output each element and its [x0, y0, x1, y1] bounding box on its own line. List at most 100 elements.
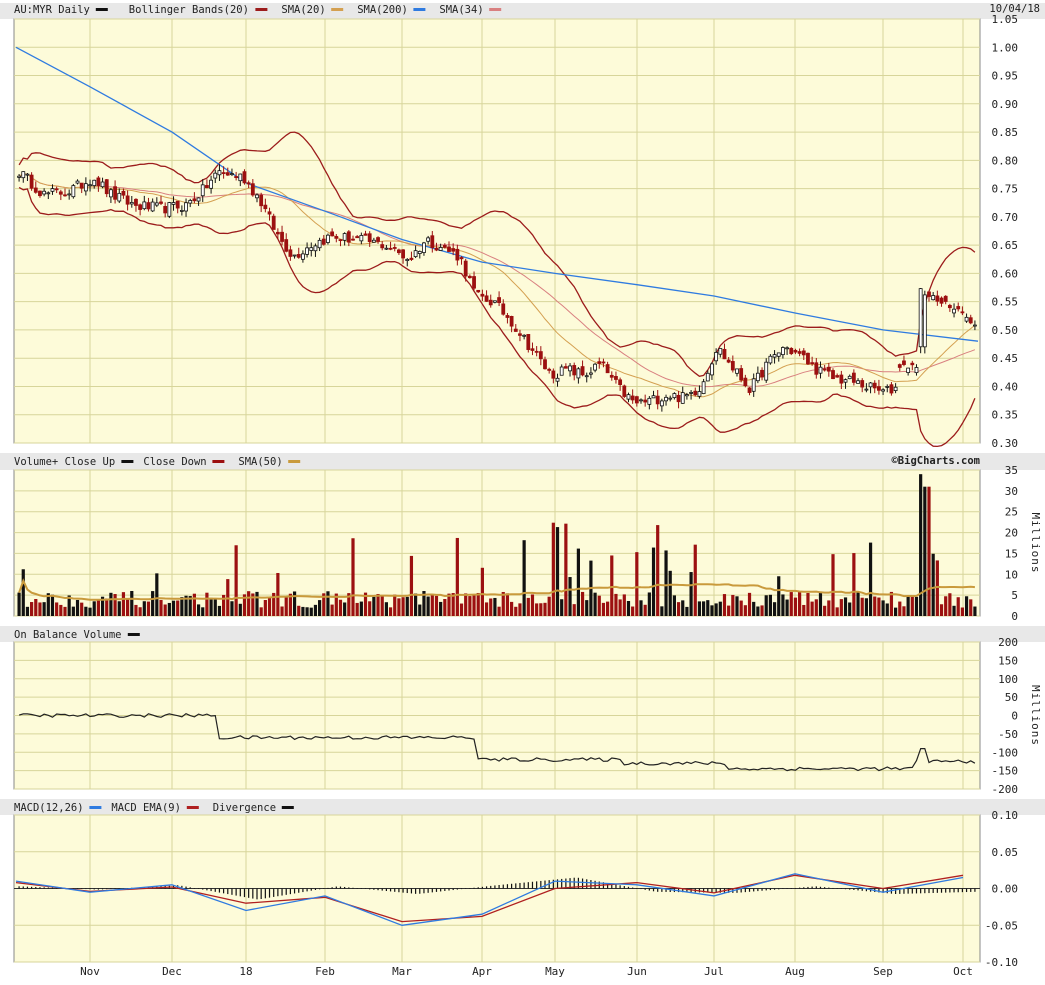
xtick-label-May: May	[545, 965, 565, 978]
candle-body	[685, 394, 689, 397]
divergence-bar	[907, 888, 909, 894]
macd-legend-label-2: Divergence	[213, 802, 276, 814]
candle-body	[555, 377, 560, 382]
volume-bar	[113, 594, 117, 616]
divergence-bar	[35, 886, 37, 889]
candle-body	[814, 362, 819, 375]
divergence-bar	[373, 888, 375, 890]
candle-body	[956, 306, 961, 310]
volume-bar	[752, 601, 756, 616]
divergence-bar	[306, 888, 308, 892]
divergence-bar	[235, 888, 237, 896]
candle-body	[906, 367, 911, 373]
obv-ytick-label: -200	[992, 783, 1019, 796]
divergence-bar	[239, 888, 241, 897]
volume-bar	[760, 605, 764, 616]
volume-bar	[580, 591, 585, 616]
candle	[167, 201, 172, 219]
volume-bar	[88, 607, 92, 616]
volume-bar	[868, 542, 873, 616]
divergence-bar	[502, 884, 504, 889]
volume-bar	[280, 606, 284, 616]
candle-body	[447, 246, 451, 252]
volume-bar	[267, 597, 272, 616]
candle-body	[893, 386, 898, 392]
candle-body	[200, 184, 205, 197]
volume-bar	[301, 606, 305, 616]
candle-body	[154, 202, 159, 206]
bigcharts-figure: 1.051.000.950.900.850.800.750.700.650.60…	[0, 0, 1045, 981]
divergence-bar	[949, 888, 951, 893]
candle-body	[17, 175, 21, 178]
volume-bar	[263, 600, 267, 616]
divergence-bar	[402, 888, 404, 893]
divergence-bar	[615, 884, 617, 889]
divergence-bar	[957, 888, 959, 893]
macd-legend-swatch-1	[186, 806, 199, 809]
xtick-label-Nov: Nov	[80, 965, 100, 978]
volume-bar	[631, 606, 635, 616]
candle-body	[868, 382, 873, 388]
volume-bar	[676, 602, 681, 616]
divergence-bar	[794, 887, 797, 889]
candle-body	[743, 377, 748, 387]
candle-body	[772, 354, 777, 358]
volume-bar	[259, 607, 263, 616]
obv-ytick-label: 50	[1005, 691, 1018, 704]
candle-body	[301, 253, 305, 260]
volume-legend-label-2: SMA(50)	[238, 456, 282, 468]
divergence-bar	[43, 887, 45, 889]
volume-bar	[434, 595, 439, 616]
volume-bar	[50, 594, 55, 616]
candle-body	[225, 172, 230, 176]
candle-body	[467, 275, 472, 279]
divergence-bar	[803, 887, 805, 889]
xtick-label-Feb: Feb	[315, 965, 335, 978]
candle-body	[309, 247, 314, 251]
volume-ytick-label: 20	[1005, 527, 1018, 540]
candle-body	[351, 238, 355, 241]
volume-bar	[622, 594, 626, 616]
volume-bar	[117, 601, 121, 616]
xtick-label-Apr: Apr	[472, 965, 492, 978]
candle-body	[71, 185, 76, 198]
candle-body	[534, 350, 539, 353]
candle-body	[630, 395, 635, 401]
volume-ytick-label: 10	[1005, 568, 1018, 581]
divergence-bar	[928, 888, 930, 894]
volume-bar	[510, 601, 514, 616]
volume-bar	[464, 593, 468, 616]
volume-bar	[689, 572, 693, 616]
candle-body	[392, 247, 397, 249]
volume-bar	[397, 598, 401, 616]
divergence-bar	[815, 886, 817, 889]
divergence-bar	[85, 888, 87, 890]
volume-bar	[330, 604, 334, 616]
divergence-bar	[974, 888, 976, 892]
volume-bar	[297, 605, 301, 616]
obv-header-band	[0, 626, 1045, 642]
price-legend-swatch-1	[255, 8, 268, 11]
candle-body	[367, 233, 372, 242]
divergence-bar	[273, 888, 275, 897]
volume-bar	[71, 606, 75, 616]
macd-ytick-label: -0.05	[985, 919, 1018, 932]
volume-bar	[92, 601, 96, 616]
divergence-bar	[940, 888, 943, 893]
candle-body	[275, 231, 280, 235]
candle-body	[196, 197, 201, 202]
divergence-bar	[657, 888, 659, 892]
divergence-bar	[465, 888, 467, 889]
divergence-bar	[632, 887, 634, 889]
divergence-bar	[93, 888, 95, 890]
volume-bar	[75, 599, 80, 616]
candle-body	[609, 374, 614, 378]
candle-body	[250, 183, 255, 196]
candle	[622, 384, 627, 399]
candle-body	[83, 183, 88, 192]
divergence-bar	[753, 888, 755, 892]
divergence-bar	[440, 888, 442, 892]
candle-body	[952, 308, 956, 314]
obv-ytick-label: 0	[1011, 710, 1018, 723]
candle-body	[710, 363, 714, 376]
